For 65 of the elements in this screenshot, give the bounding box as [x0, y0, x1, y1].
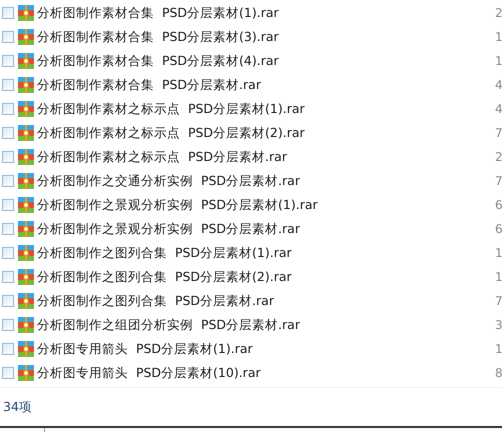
file-name[interactable]: 分析图制作之景观分析实例 PSD分层素材.rar: [37, 220, 300, 238]
file-name[interactable]: 分析图制作之组团分析实例 PSD分层素材.rar: [37, 316, 300, 334]
file-name[interactable]: 分析图制作之景观分析实例 PSD分层素材(1).rar: [37, 196, 318, 214]
file-size: 1: [495, 54, 502, 68]
checkbox[interactable]: [2, 247, 14, 259]
archive-icon: [18, 221, 34, 237]
file-size: 7: [495, 174, 502, 188]
file-size: 6: [495, 222, 502, 236]
file-size: 7: [495, 294, 502, 308]
file-name[interactable]: 分析图制作素材之标示点 PSD分层素材(1).rar: [37, 100, 305, 118]
file-size: 7: [495, 126, 502, 140]
checkbox[interactable]: [2, 319, 14, 331]
checkbox[interactable]: [2, 7, 14, 19]
file-name[interactable]: 分析图制作素材合集 PSD分层素材(1).rar: [37, 4, 279, 22]
file-name[interactable]: 分析图制作之图列合集 PSD分层素材(1).rar: [37, 244, 292, 262]
archive-icon: [18, 341, 34, 357]
file-size: 4: [495, 102, 502, 116]
checkbox[interactable]: [2, 295, 14, 307]
file-size: 3: [495, 318, 502, 332]
checkbox[interactable]: [2, 127, 14, 139]
archive-icon: [18, 365, 34, 381]
checkbox[interactable]: [2, 223, 14, 235]
file-size: 2: [495, 6, 502, 20]
checkbox[interactable]: [2, 271, 14, 283]
archive-icon: [18, 101, 34, 117]
checkbox[interactable]: [2, 151, 14, 163]
archive-icon: [18, 245, 34, 261]
item-count: 34项: [3, 398, 32, 416]
checkbox[interactable]: [2, 55, 14, 67]
archive-icon: [18, 77, 34, 93]
file-name[interactable]: 分析图制作之图列合集 PSD分层素材(2).rar: [37, 268, 292, 286]
file-name[interactable]: 分析图制作素材合集 PSD分层素材(4).rar: [37, 52, 279, 70]
file-name[interactable]: 分析图专用箭头 PSD分层素材(1).rar: [37, 340, 253, 358]
file-name[interactable]: 分析图制作素材合集 PSD分层素材.rar: [37, 76, 261, 94]
file-size: 1: [495, 246, 502, 260]
checkbox[interactable]: [2, 367, 14, 379]
file-name[interactable]: 分析图专用箭头 PSD分层素材(10).rar: [37, 364, 261, 382]
file-name[interactable]: 分析图制作素材之标示点 PSD分层素材(2).rar: [37, 124, 305, 142]
archive-icon: [18, 5, 34, 21]
archive-icon: [18, 125, 34, 141]
file-size: 1: [495, 30, 502, 44]
file-size: 6: [495, 198, 502, 212]
file-size: 8: [495, 366, 502, 380]
checkbox[interactable]: [2, 343, 14, 355]
file-size: 1: [495, 342, 502, 356]
checkbox[interactable]: [2, 79, 14, 91]
archive-icon: [18, 29, 34, 45]
file-name[interactable]: 分析图制作素材合集 PSD分层素材(3).rar: [37, 28, 279, 46]
file-name[interactable]: 分析图制作之交通分析实例 PSD分层素材.rar: [37, 172, 300, 190]
checkbox[interactable]: [2, 175, 14, 187]
archive-icon: [18, 197, 34, 213]
file-size: 2: [495, 150, 502, 164]
archive-icon: [18, 293, 34, 309]
file-size: 4: [495, 78, 502, 92]
archive-icon: [18, 317, 34, 333]
file-name[interactable]: 分析图制作素材之标示点 PSD分层素材.rar: [37, 148, 287, 166]
file-size: 1: [495, 270, 502, 284]
checkbox[interactable]: [2, 103, 14, 115]
archive-icon: [18, 173, 34, 189]
checkbox[interactable]: [2, 31, 14, 43]
checkbox[interactable]: [2, 199, 14, 211]
file-name[interactable]: 分析图制作之图列合集 PSD分层素材.rar: [37, 292, 274, 310]
archive-icon: [18, 53, 34, 69]
archive-icon: [18, 149, 34, 165]
archive-icon: [18, 269, 34, 285]
